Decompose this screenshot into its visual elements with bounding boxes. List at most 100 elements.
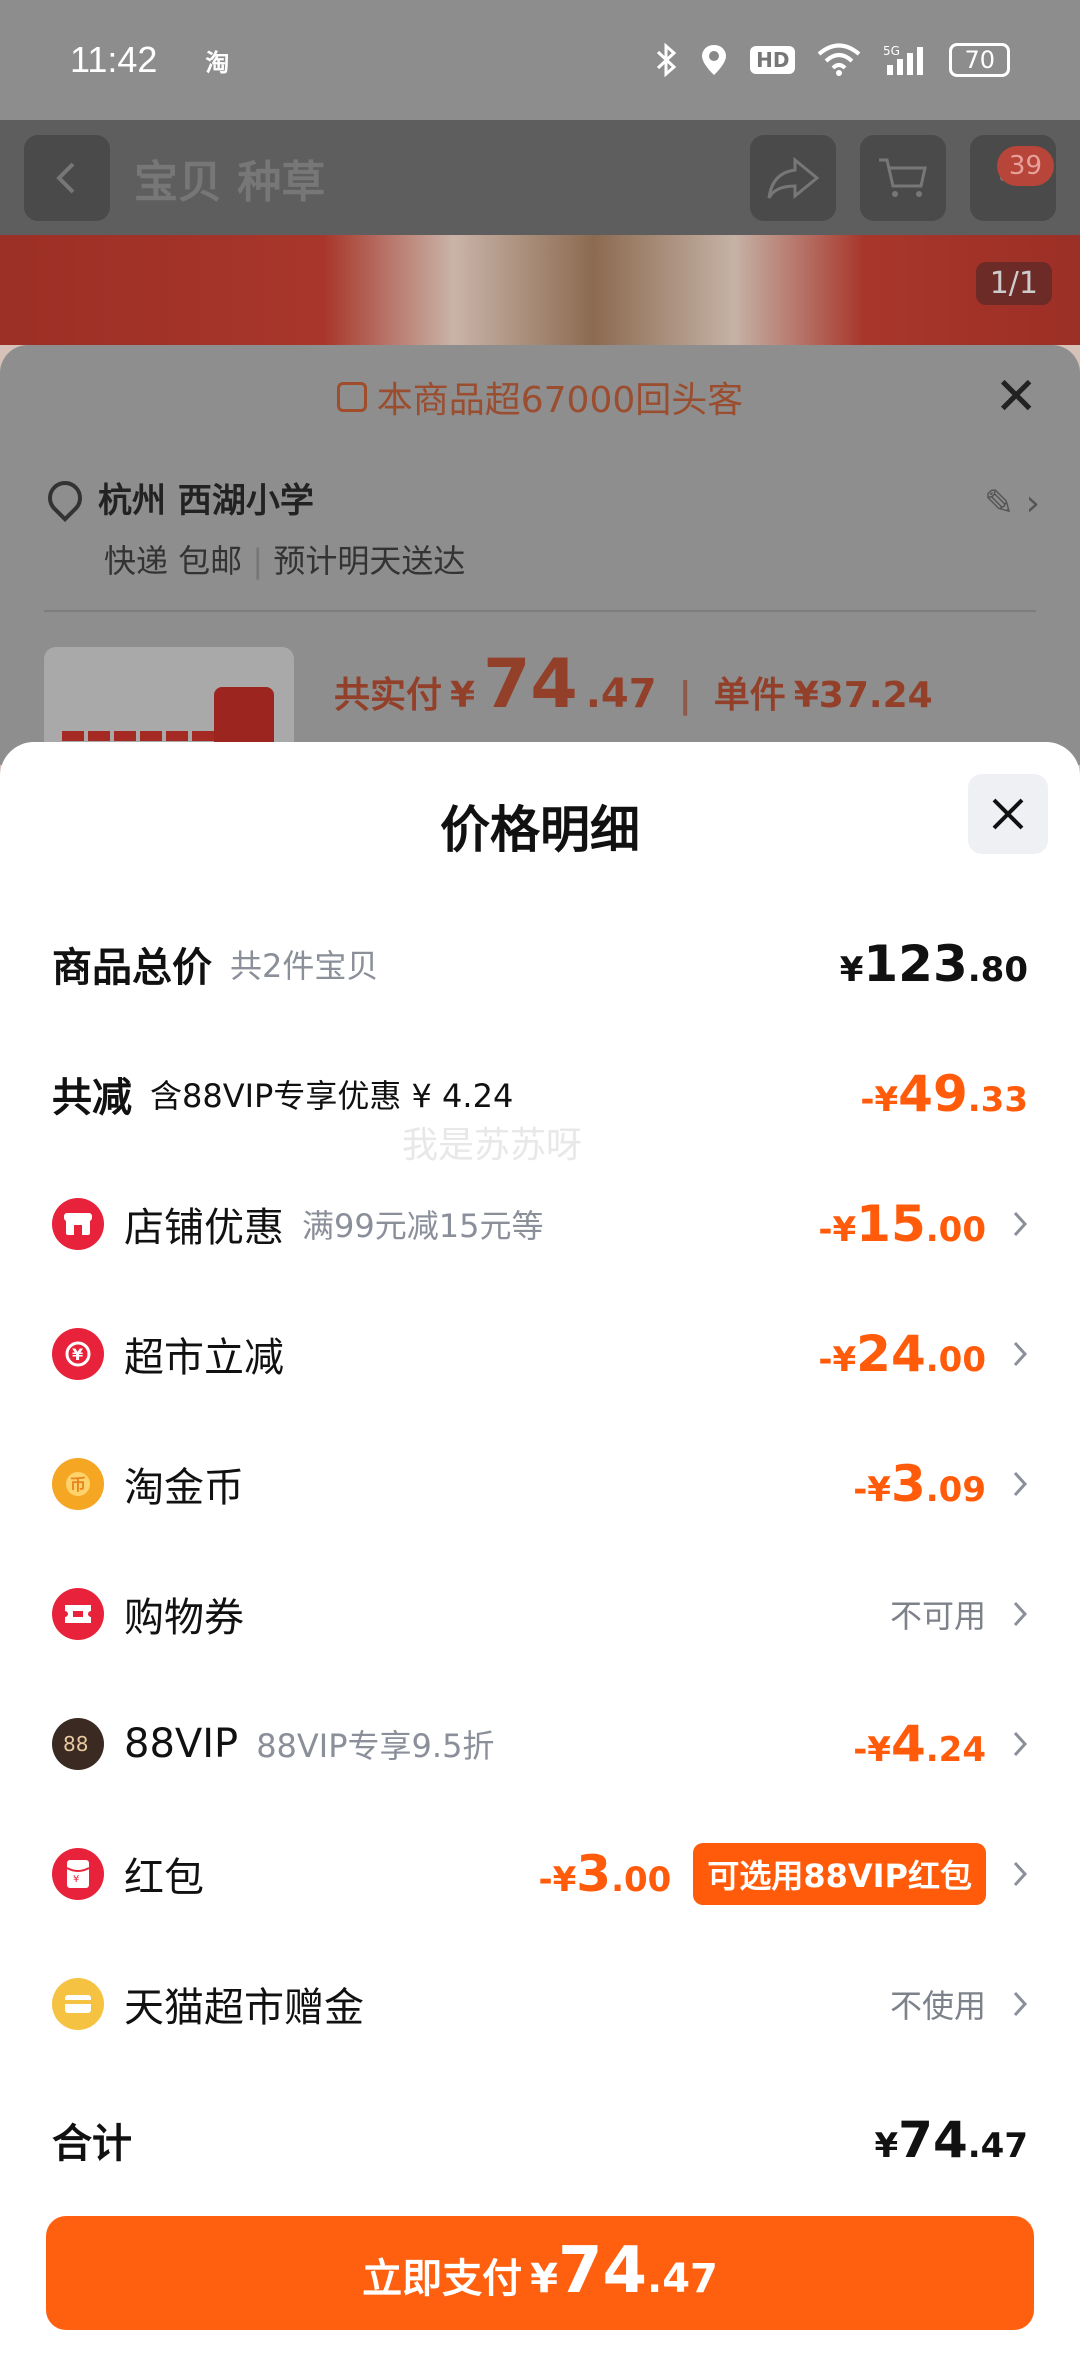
- vip88-amount: -¥ 4.24: [853, 1715, 986, 1773]
- order-sheet-underlay: 本商品超67000回头客 ✕ 杭州 西湖小学 快递 包邮 | 预计明天送达 ✎ …: [0, 345, 1080, 767]
- unit-price: ¥37.24: [793, 675, 933, 716]
- red-packet-label: 红包: [124, 1855, 204, 1901]
- supermarket-discount-label: 超市立减: [124, 1335, 284, 1381]
- delivery-method: 快递 包邮: [104, 542, 243, 580]
- back-button[interactable]: [24, 134, 110, 221]
- status-bar: 11:42 淘 HD 5G 70: [0, 0, 1080, 120]
- chevron-right-icon: [992, 1210, 1028, 1238]
- red-packet-row[interactable]: ¥ 红包 -¥ 3.00 可选用88VIP红包: [52, 1834, 1028, 1914]
- supermarket-discount-row[interactable]: ¥ 超市立减 -¥ 24.00: [52, 1314, 1028, 1394]
- chevron-right-icon: [992, 1860, 1028, 1888]
- delivery-eta: 预计明天送达: [273, 542, 466, 580]
- underlay-close-icon[interactable]: ✕: [994, 367, 1038, 427]
- store-discount-label: 店铺优惠: [124, 1205, 284, 1251]
- supermarket-discount-amount: -¥ 24.00: [818, 1325, 986, 1383]
- paid-dec: .47: [585, 671, 657, 717]
- taojinbi-label: 淘金币: [124, 1465, 244, 1511]
- wifi-icon: [818, 43, 861, 76]
- chevron-right-icon: [992, 1470, 1028, 1498]
- total-price-row: 商品总价 共2件宝贝 ¥123.80: [52, 924, 1028, 1004]
- discount-desc: 含88VIP专享优惠 ¥ 4.24: [150, 1077, 514, 1115]
- chevron-right-icon: [992, 1600, 1028, 1628]
- paid-currency: ¥: [450, 675, 476, 716]
- red-packet-amount: -¥ 3.00: [538, 1845, 672, 1903]
- pay-now-button[interactable]: 立即支付 ¥ 74 .47: [46, 2216, 1034, 2330]
- shopping-coupon-status: 不可用: [889, 1597, 986, 1635]
- nav-title: 宝贝 种草: [134, 156, 326, 208]
- status-time: 11:42: [70, 39, 158, 80]
- bluetooth-icon: [657, 43, 677, 77]
- address-city: 杭州 西湖小学: [98, 481, 314, 521]
- location-icon: [702, 45, 727, 75]
- vip88-label: 88VIP: [124, 1721, 239, 1767]
- paid-int: 74: [483, 645, 578, 724]
- page-indicator: 1/1: [975, 262, 1052, 305]
- sheet-title: 价格明细: [440, 801, 640, 859]
- svg-text:¥: ¥: [72, 1345, 83, 1364]
- store-discount-amount: -¥ 15.00: [818, 1195, 986, 1253]
- store-discount-desc: 满99元减15元等: [302, 1207, 544, 1245]
- svg-text:币: 币: [70, 1475, 86, 1494]
- vip88-row[interactable]: 88 88VIP 88VIP专享9.5折 -¥ 4.24: [52, 1704, 1028, 1784]
- price-detail-sheet: 价格明细 商品总价 共2件宝贝 ¥123.80 共减 含88VIP专享优惠 ¥ …: [0, 742, 1080, 2376]
- chevron-left-icon: [56, 162, 75, 193]
- chevron-right-icon: [992, 1730, 1028, 1758]
- product-photo: [0, 235, 1080, 345]
- chevron-right-icon: [992, 1340, 1028, 1368]
- watermark: 我是苏苏呀: [402, 1125, 583, 1166]
- product-navbar: 宝贝 种草: [0, 120, 1080, 235]
- hd-icon: HD: [750, 46, 796, 74]
- address-block[interactable]: 杭州 西湖小学 快递 包邮 | 预计明天送达: [40, 473, 466, 582]
- product-decor: [62, 731, 222, 741]
- svg-text:5G: 5G: [883, 44, 900, 58]
- vip88-desc: 88VIP专享9.5折: [256, 1727, 495, 1765]
- sum-label: 合计: [52, 2121, 132, 2167]
- vip-redpacket-tag[interactable]: 可选用88VIP红包: [693, 1843, 986, 1905]
- store-discount-row[interactable]: 店铺优惠 满99元减15元等 -¥ 15.00: [52, 1184, 1028, 1264]
- vip88-icon: 88: [52, 1718, 104, 1770]
- bag-icon: [336, 382, 367, 412]
- message-badge: 39: [996, 146, 1054, 186]
- tmall-gift-money-row[interactable]: 天猫超市赠金 不使用: [52, 1964, 1028, 2044]
- share-button[interactable]: [750, 134, 836, 221]
- discount-icon: ¥: [52, 1328, 104, 1380]
- cart-button[interactable]: [860, 134, 946, 221]
- sum-row: 合计 ¥74.47: [52, 2100, 1028, 2180]
- unit-label: 单件: [713, 675, 786, 716]
- coupon-icon: [52, 1588, 104, 1640]
- taojinbi-row[interactable]: 币 淘金币 -¥ 3.09: [52, 1444, 1028, 1524]
- paid-label: 共实付: [334, 675, 443, 716]
- paid-summary: 共实付 ¥ 74 .47 | 单件 ¥37.24: [334, 645, 933, 724]
- pay-dec: .47: [647, 2256, 718, 2302]
- signal-icon: 5G: [883, 44, 924, 75]
- pay-currency: ¥: [530, 2256, 558, 2302]
- total-amount: ¥123.80: [839, 935, 1028, 993]
- battery-indicator: 70: [949, 43, 1010, 77]
- tmall-gift-money-status: 不使用: [889, 1987, 986, 2025]
- share-icon: [767, 156, 820, 199]
- sum-amount: ¥74.47: [874, 2111, 1029, 2169]
- store-icon: [52, 1198, 104, 1250]
- pay-label: 立即支付: [362, 2256, 523, 2302]
- total-desc: 共2件宝贝: [230, 947, 379, 985]
- shopping-coupon-row[interactable]: 购物券 不可用: [52, 1574, 1028, 1654]
- discount-label: 共减: [52, 1075, 132, 1121]
- svg-text:¥: ¥: [73, 1874, 79, 1885]
- sheet-close-button[interactable]: [968, 774, 1048, 854]
- gift-money-icon: [52, 1978, 104, 2030]
- close-icon: [992, 798, 1024, 830]
- taojinbi-amount: -¥ 3.09: [853, 1455, 986, 1513]
- shopping-coupon-label: 购物券: [124, 1595, 244, 1641]
- redpacket-icon: ¥: [52, 1848, 104, 1900]
- chevron-right-icon: [992, 1990, 1028, 2018]
- divider: [44, 610, 1036, 612]
- total-label: 商品总价: [52, 945, 212, 991]
- hint-text: 本商品超67000回头客: [376, 380, 744, 421]
- coin-icon: 币: [52, 1458, 104, 1510]
- edit-address-icon[interactable]: ✎ ›: [984, 483, 1040, 524]
- svg-text:88: 88: [63, 1732, 88, 1756]
- taobao-app-icon: 淘: [205, 48, 230, 77]
- tmall-gift-money-label: 天猫超市赠金: [124, 1985, 364, 2031]
- discount-amount: -¥ 49.33: [860, 1065, 1028, 1123]
- repeat-customer-hint: 本商品超67000回头客: [0, 345, 1080, 423]
